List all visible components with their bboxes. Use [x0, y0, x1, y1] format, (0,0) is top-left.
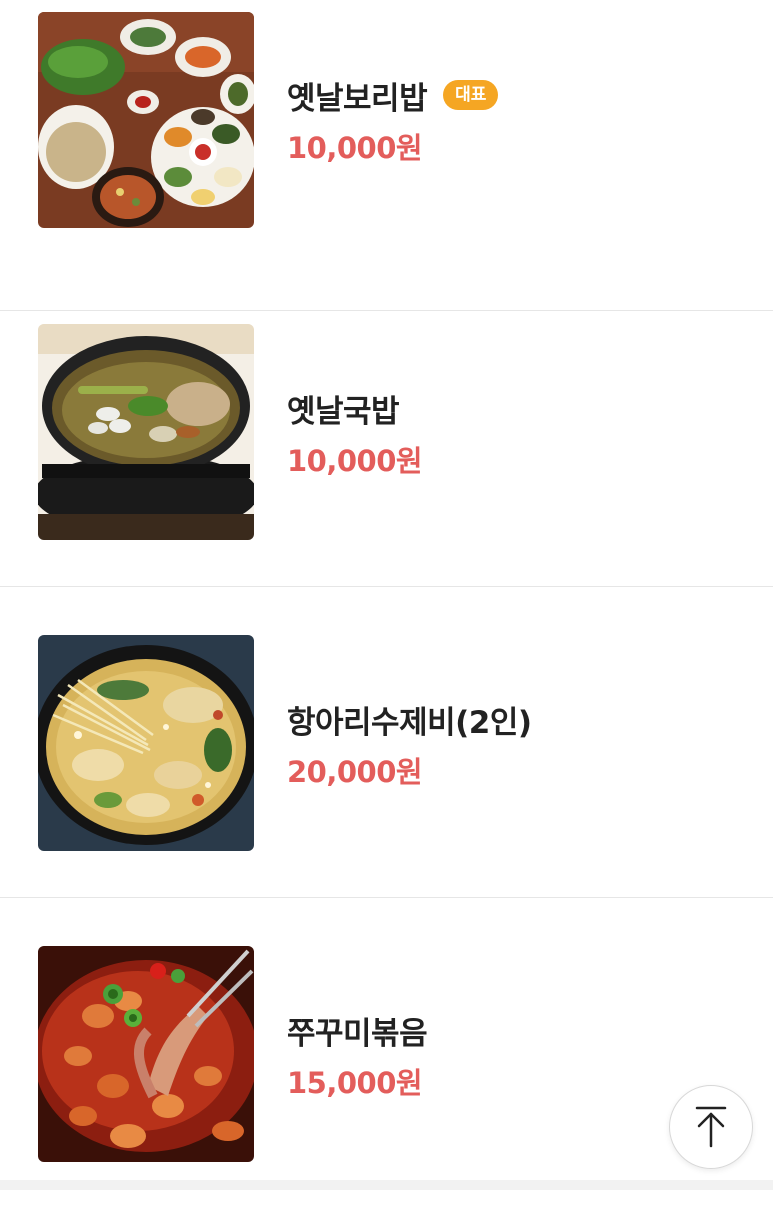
- menu-item-price: 15,000원: [287, 1066, 423, 1100]
- menu-item-name: 쭈꾸미볶음: [287, 1015, 428, 1052]
- arrow-up-to-top-icon: [695, 1106, 727, 1148]
- menu-item-photo[interactable]: [38, 324, 254, 540]
- menu-item-title-row: 옛날국밥: [287, 388, 422, 430]
- menu-item-name: 옛날국밥: [287, 393, 400, 430]
- menu-item-info: 쭈꾸미볶음 15,000원: [287, 1010, 428, 1102]
- menu-item[interactable]: 옛날보리밥 대표 10,000원: [0, 0, 773, 311]
- bottom-bar-edge: [0, 1180, 773, 1190]
- barley-rice-table-icon: [38, 12, 254, 228]
- sujebi-pot-icon: [38, 635, 254, 851]
- menu-item-price: 20,000원: [287, 755, 423, 789]
- menu-item-title-row: 항아리수제비(2인): [287, 699, 532, 741]
- menu-item-price: 10,000원: [287, 131, 423, 165]
- menu-item-info: 항아리수제비(2인) 20,000원: [287, 699, 532, 791]
- menu-item[interactable]: 항아리수제비(2인) 20,000원: [0, 587, 773, 898]
- signature-badge: 대표: [443, 80, 499, 110]
- menu-item-price: 10,000원: [287, 444, 423, 478]
- menu-item-photo[interactable]: [38, 12, 254, 228]
- menu-item-name: 옛날보리밥: [287, 80, 428, 117]
- stir-fried-webfoot-octopus-icon: [38, 946, 254, 1162]
- scroll-to-top-button[interactable]: [669, 1085, 753, 1169]
- gukbap-stone-pot-icon: [38, 324, 254, 540]
- menu-item-photo[interactable]: [38, 946, 254, 1162]
- menu-item-name: 항아리수제비(2인): [287, 704, 532, 741]
- menu-item-info: 옛날국밥 10,000원: [287, 388, 423, 480]
- menu-item[interactable]: 옛날국밥 10,000원: [0, 276, 773, 587]
- menu-item-info: 옛날보리밥 대표 10,000원: [287, 75, 499, 167]
- menu-item-title-row: 쭈꾸미볶음: [287, 1010, 428, 1052]
- menu-item-photo[interactable]: [38, 635, 254, 851]
- menu-item-title-row: 옛날보리밥 대표: [287, 75, 499, 117]
- menu-item[interactable]: 쭈꾸미볶음 15,000원: [0, 898, 773, 1209]
